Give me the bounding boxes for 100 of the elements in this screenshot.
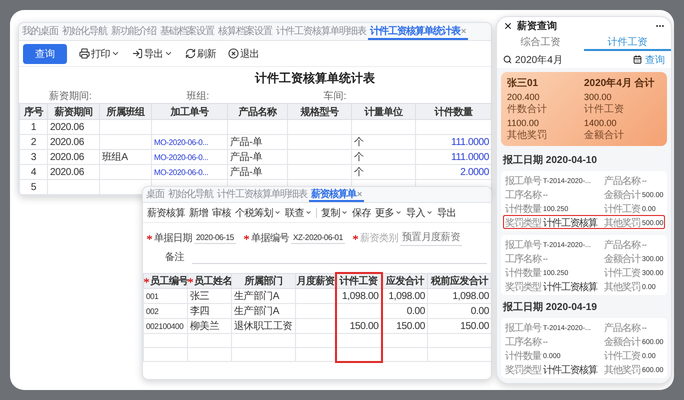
- column-header: 序号: [20, 104, 48, 120]
- link-cell[interactable]: MO-2020-06-0...: [152, 134, 228, 150]
- field-label: 产品名称: [604, 322, 640, 335]
- toolbar-button[interactable]: 薪资核算: [147, 206, 185, 220]
- field-label: 报工单号: [505, 238, 541, 252]
- stat-value: 1400.00: [584, 118, 618, 128]
- table-cell: 生产部门A: [232, 304, 296, 318]
- table-cell: 002100400: [144, 318, 188, 334]
- table-cell: 个: [352, 150, 416, 164]
- column-header: 计量单位: [352, 104, 416, 120]
- field-label: 产品名称: [604, 238, 640, 252]
- toolbar-button[interactable]: 审核: [212, 206, 231, 220]
- export-icon: [132, 48, 143, 59]
- table-cell: 1: [20, 120, 48, 134]
- column-header: 员工姓名: [188, 273, 232, 288]
- caret-icon: [164, 49, 173, 58]
- toolbar-button[interactable]: 更多: [375, 206, 402, 220]
- caret-icon: [341, 209, 348, 216]
- field-label: 奖罚类型: [505, 216, 541, 230]
- field-label: 计件工资: [604, 266, 640, 280]
- toolbar-button[interactable]: 刷新: [185, 46, 216, 60]
- printer-icon: [79, 48, 90, 59]
- table-cell: 2: [20, 134, 48, 150]
- stat-label: 其他奖罚: [507, 128, 548, 142]
- tab[interactable]: 综合工资: [497, 35, 584, 51]
- field-value: 计件工资核算: [543, 280, 597, 294]
- table-cell: 个: [352, 164, 416, 180]
- table-cell: 150.00: [336, 318, 382, 334]
- field-label: 奖罚类型: [505, 280, 541, 294]
- toolbar-button[interactable]: 新增: [189, 206, 208, 220]
- tab[interactable]: 计件工资核算单统计表×: [368, 23, 468, 40]
- input-field[interactable]: XZ-2020-06-01: [290, 232, 345, 244]
- caret-icon: [274, 209, 281, 216]
- period-label: 2020年4月 合计: [584, 76, 656, 90]
- column-header: 所属部门: [232, 273, 296, 288]
- field-label: 计件数量: [505, 202, 541, 216]
- input-field[interactable]: 2020-06-15: [194, 232, 236, 244]
- field-label: 其他奖罚: [604, 280, 640, 294]
- toolbar-button[interactable]: 联查: [285, 206, 312, 220]
- tab[interactable]: 薪资核算单×: [309, 187, 364, 202]
- field-label: 金额合计: [604, 336, 640, 349]
- toolbar-button[interactable]: 退出: [228, 46, 259, 60]
- table-cell: 产品-单: [228, 164, 288, 180]
- table-cell: 0.00: [382, 304, 428, 318]
- toolbar-button[interactable]: 导出: [437, 206, 456, 220]
- field-label: 其他奖罚: [604, 216, 640, 230]
- caret-icon: [305, 209, 312, 216]
- field-label: 报工单号: [505, 322, 541, 335]
- toolbar-button[interactable]: 个税筹划: [235, 206, 281, 220]
- table-cell: 产品-单: [228, 150, 288, 164]
- field-label: 计件数量: [505, 350, 541, 363]
- field-label: 奖罚类型: [505, 364, 541, 377]
- filter-label: 薪资期间:: [49, 90, 93, 103]
- column-header: 所属班组: [100, 104, 152, 120]
- caret-icon: [426, 209, 433, 216]
- toolbar-button[interactable]: 打印: [79, 46, 120, 60]
- table-cell: 退休职工工资: [232, 318, 296, 334]
- toolbar-button[interactable]: 导出: [132, 46, 173, 60]
- table-cell: 2020.06: [48, 120, 100, 134]
- link-cell[interactable]: MO-2020-06-0...: [152, 164, 228, 180]
- column-header: 薪资期间: [48, 104, 100, 120]
- column-header: 计件数量: [416, 104, 491, 120]
- search-icon: [503, 55, 512, 64]
- field-label: 计件工资: [604, 202, 640, 216]
- table-cell: 2020.06: [48, 150, 100, 164]
- filter-label: 车间:: [324, 90, 348, 103]
- toolbar-button[interactable]: 保存: [352, 206, 371, 220]
- stat-value: 200.400: [507, 92, 541, 102]
- field-label: 计件数量: [505, 266, 541, 280]
- query-button[interactable]: 查询: [23, 44, 67, 64]
- link-cell[interactable]: MO-2020-06-0...: [152, 150, 228, 164]
- toolbar-button[interactable]: 导入: [406, 206, 433, 220]
- date-heading: 报工日期 2020-04-10: [502, 154, 598, 168]
- table-cell: 002: [144, 304, 188, 318]
- field-label: 工序名称: [505, 188, 541, 202]
- column-header: 月度薪资: [296, 273, 336, 288]
- field-label: 备注: [164, 250, 184, 264]
- date-heading: 报工日期 2020-04-19: [502, 300, 598, 315]
- field-label: 报工单号: [505, 174, 541, 188]
- close-icon[interactable]: [503, 21, 513, 31]
- calendar-icon[interactable]: [633, 55, 642, 64]
- column-header: 税前应发合计: [428, 273, 491, 288]
- caret-icon: [395, 209, 402, 216]
- table-cell: 1,098.00: [382, 288, 428, 304]
- toolbar-button[interactable]: 复制: [321, 206, 348, 220]
- stat-value: 300.00: [584, 92, 613, 102]
- screen-title: 薪资查询: [517, 20, 558, 33]
- search-field[interactable]: 2020年4月: [515, 52, 630, 66]
- filter-label: 班组:: [186, 90, 210, 103]
- report-title: 计件工资核算单统计表: [254, 70, 376, 87]
- field-label: 工序名称: [505, 336, 541, 349]
- field-value: 计件工资核算: [543, 364, 597, 377]
- table-cell: 个: [352, 134, 416, 150]
- table-cell: 班组A: [100, 150, 152, 164]
- table-cell: 2020.06: [48, 134, 100, 150]
- stat-label: 金额合计: [584, 128, 625, 142]
- table-cell: 李四: [188, 304, 232, 318]
- table-cell: 生产部门A: [232, 288, 296, 304]
- employee-name: 张三01: [507, 76, 540, 90]
- exit-icon: [228, 48, 239, 59]
